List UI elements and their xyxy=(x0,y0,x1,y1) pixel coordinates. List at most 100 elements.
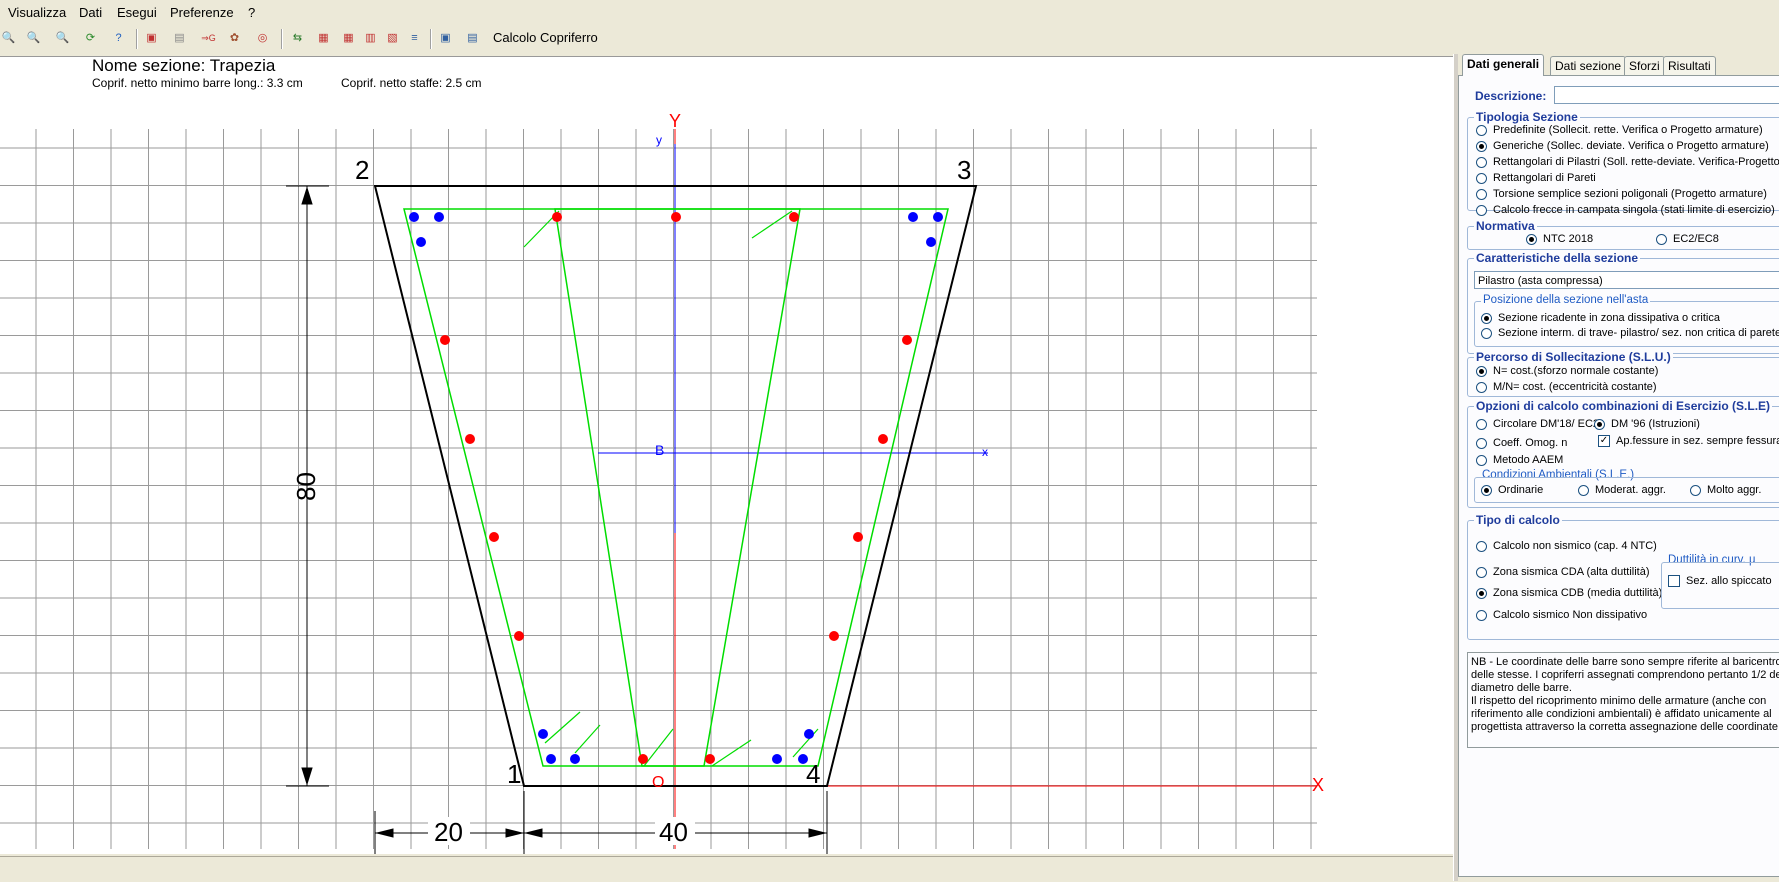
zoom-out-icon[interactable]: 🔍 xyxy=(54,30,71,47)
tab-risultati[interactable]: Risultati xyxy=(1663,56,1716,75)
tipologia-torsione[interactable]: Torsione semplice sezioni poligonali (Pr… xyxy=(1476,188,1767,200)
section-drawing: 2 3 1 4 Y X O y x B 80 20 40 xyxy=(0,111,1324,854)
option-label: Zona sismica CDA (alta duttilità) xyxy=(1493,566,1650,578)
note-line: riferimento alle condizioni ambientali) … xyxy=(1471,708,1772,720)
radio-icon xyxy=(1476,188,1487,200)
axis-label-x: x xyxy=(982,445,988,459)
tipologia-group: Tipologia Sezione Predefinite (Sollecit.… xyxy=(1467,110,1779,216)
menu-dati[interactable]: Dati xyxy=(79,5,102,20)
menu-bar: Visualizza Dati Esegui Preferenze ? xyxy=(0,0,1779,24)
percorso-mn-costante[interactable]: M/N= cost. (eccentricità costante) xyxy=(1476,381,1657,393)
normativa-ec2[interactable]: EC2/EC8 xyxy=(1656,233,1719,245)
help-icon[interactable]: ? xyxy=(110,30,127,47)
calcolo-copriferro-button[interactable]: Calcolo Copriferro xyxy=(493,30,598,45)
option-label: Moderat. aggr. xyxy=(1595,484,1666,496)
radio-icon xyxy=(1476,609,1487,621)
draw-icon[interactable]: ▤ xyxy=(171,30,188,47)
toolbar-separator xyxy=(281,29,283,49)
cover-stirrups: Coprif. netto staffe: 2.5 cm xyxy=(341,76,482,90)
descrizione-label: Descrizione: xyxy=(1475,89,1547,103)
radio-icon xyxy=(1690,484,1701,496)
settings-icon[interactable]: ▤ xyxy=(464,30,481,47)
amb-moderat[interactable]: Moderat. aggr. xyxy=(1578,484,1666,496)
option-label: Torsione semplice sezioni poligonali (Pr… xyxy=(1493,188,1767,200)
option-label: Zona sismica CDB (media duttilità) xyxy=(1493,587,1663,599)
caratteristiche-title: Caratteristiche della sezione xyxy=(1474,251,1641,265)
axis-label-y: y xyxy=(656,133,662,147)
tipologia-generiche[interactable]: Generiche (Sollec. deviate. Verifica o P… xyxy=(1476,140,1769,152)
export-icon[interactable]: ≡ xyxy=(406,30,423,47)
vertex-label-4: 4 xyxy=(806,759,820,789)
option-label: N= cost.(sforzo normale costante) xyxy=(1493,365,1659,377)
tab-dati-sezione[interactable]: Dati sezione xyxy=(1550,56,1627,75)
tipologia-pareti[interactable]: Rettangolari di Pareti xyxy=(1476,172,1596,184)
axis-label-X: X xyxy=(1312,775,1324,795)
zoom-window-icon[interactable]: 🔍 xyxy=(0,30,17,47)
refresh-icon[interactable]: ⟳ xyxy=(82,30,99,47)
tab-content: Descrizione: Tipologia Sezione Predefini… xyxy=(1458,75,1779,877)
calcolo-cda[interactable]: Zona sismica CDA (alta duttilità) xyxy=(1476,566,1650,578)
properties-panel: Dati generali Dati sezione Sforzi Risult… xyxy=(1458,54,1779,881)
status-bar xyxy=(0,856,1453,882)
toolbar-separator xyxy=(430,29,432,49)
print-icon[interactable]: ▣ xyxy=(437,30,454,47)
amb-molto[interactable]: Molto aggr. xyxy=(1690,484,1761,496)
radio-icon xyxy=(1476,140,1487,152)
tipo-elemento-select[interactable]: Pilastro (asta compressa) xyxy=(1474,271,1779,289)
sez-spiccato-checkbox[interactable]: Sez. allo spiccato xyxy=(1668,575,1772,587)
tipologia-title: Tipologia Sezione xyxy=(1474,110,1580,124)
calcolo-cdb[interactable]: Zona sismica CDB (media duttilità) xyxy=(1476,587,1662,599)
node-icon[interactable]: ✿ xyxy=(226,30,243,47)
amb-ordinarie[interactable]: Ordinarie xyxy=(1481,484,1543,496)
calc-icon[interactable]: ▦ xyxy=(340,30,357,47)
drawing-canvas[interactable]: 2 3 1 4 Y X O y x B 80 20 40 xyxy=(0,56,1453,854)
vertex-label-1: 1 xyxy=(507,759,521,789)
calcolo-non-sismico[interactable]: Calcolo non sismico (cap. 4 NTC) xyxy=(1476,540,1657,552)
calcolo-non-dissipativo[interactable]: Calcolo sismico Non dissipativo xyxy=(1476,609,1647,621)
bars-icon[interactable]: ◎ xyxy=(254,30,271,47)
posizione-non-critica[interactable]: Sezione interm. di trave- pilastro/ sez.… xyxy=(1481,327,1779,339)
percorso-group: Percorso di Sollecitazione (S.L.U.) N= c… xyxy=(1467,350,1779,397)
tab-dati-generali[interactable]: Dati generali xyxy=(1462,54,1545,76)
menu-esegui[interactable]: Esegui xyxy=(117,5,157,20)
opzioni-sle-title: Opzioni di calcolo combinazioni di Eserc… xyxy=(1474,399,1773,413)
sle-metodo-aaem[interactable]: Metodo AAEM xyxy=(1476,454,1563,466)
tipologia-frecce[interactable]: Calcolo frecce in campata singola (stati… xyxy=(1476,204,1775,216)
sle-circolare[interactable]: Circolare DM'18/ EC2 xyxy=(1476,418,1599,430)
sle-coeff-omog[interactable]: Coeff. Omog. n xyxy=(1476,437,1567,449)
grid-icon[interactable]: ⇒G xyxy=(200,30,217,47)
sle-ap-fessure[interactable]: ✓ Ap.fessure in sez. sempre fessurata xyxy=(1598,435,1779,447)
percorso-title: Percorso di Sollecitazione (S.L.U.) xyxy=(1474,350,1673,364)
caratteristiche-group: Caratteristiche della sezione Pilastro (… xyxy=(1467,251,1779,354)
posizione-critica[interactable]: Sezione ricadente in zona dissipativa o … xyxy=(1481,312,1720,324)
option-label: Molto aggr. xyxy=(1707,484,1762,496)
tab-sforzi[interactable]: Sforzi xyxy=(1624,56,1665,75)
radio-icon xyxy=(1476,365,1487,377)
vertex-label-2: 2 xyxy=(355,155,369,185)
tipo-calcolo-group: Tipo di calcolo Calcolo non sismico (cap… xyxy=(1467,513,1779,640)
checkbox-icon xyxy=(1668,575,1680,587)
tipologia-predefinite[interactable]: Predefinite (Sollecit. rette. Verifica o… xyxy=(1476,124,1763,136)
radio-icon xyxy=(1476,172,1487,184)
section-icon[interactable]: ▣ xyxy=(143,30,160,47)
descrizione-field[interactable] xyxy=(1554,86,1779,104)
sle-dm96[interactable]: DM '96 (Istruzioni) xyxy=(1594,418,1700,430)
menu-preferenze[interactable]: Preferenze xyxy=(170,5,234,20)
menu-visualizza[interactable]: Visualizza xyxy=(8,5,66,20)
tipologia-pilastri[interactable]: Rettangolari di Pilastri (Soll. rette-de… xyxy=(1476,156,1779,168)
origin-label: O xyxy=(652,774,664,791)
centroid-label: B xyxy=(655,442,664,458)
edit-icon[interactable]: ▦ xyxy=(315,30,332,47)
radio-icon xyxy=(1578,484,1589,496)
tipo-calcolo-title: Tipo di calcolo xyxy=(1474,513,1562,527)
posizione-title: Posizione della sezione nell'asta xyxy=(1481,294,1651,306)
menu-help[interactable]: ? xyxy=(248,5,255,20)
normativa-ntc2018[interactable]: NTC 2018 xyxy=(1526,233,1593,245)
import-icon[interactable]: ⇆ xyxy=(289,30,306,47)
report-icon[interactable]: ▥ xyxy=(362,30,379,47)
note-line: NB - Le coordinate delle barre sono semp… xyxy=(1471,656,1779,668)
opzioni-sle-group: Opzioni di calcolo combinazioni di Eserc… xyxy=(1467,399,1779,508)
percorso-n-costante[interactable]: N= cost.(sforzo normale costante) xyxy=(1476,365,1658,377)
zoom-in-icon[interactable]: 🔍 xyxy=(25,30,42,47)
chart-icon[interactable]: ▧ xyxy=(384,30,401,47)
